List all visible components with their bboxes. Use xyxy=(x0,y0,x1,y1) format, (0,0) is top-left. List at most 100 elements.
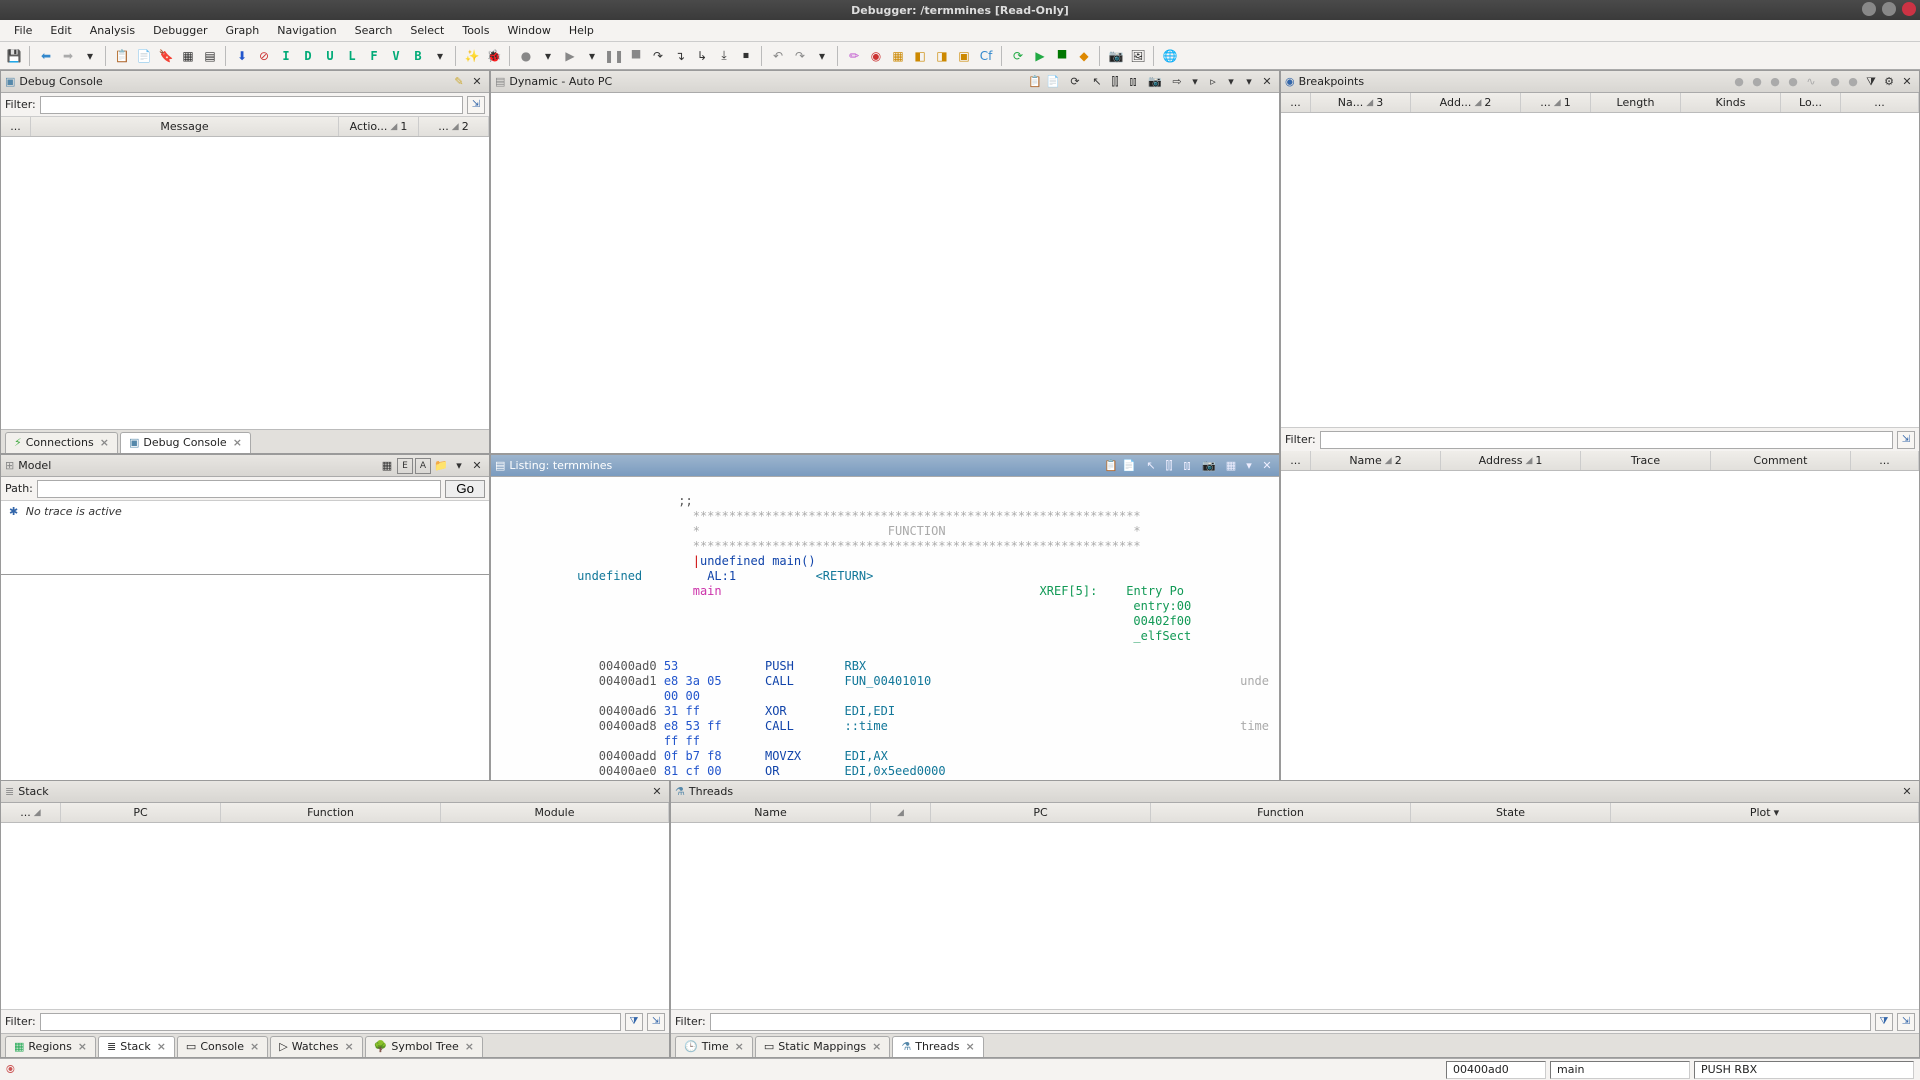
bp-col-lo[interactable]: Lo... xyxy=(1781,93,1841,112)
menu-icon[interactable]: ▾ xyxy=(1241,458,1257,474)
th-col-plot[interactable]: Plot ▾ xyxy=(1611,803,1919,822)
fields-icon[interactable]: ▦ xyxy=(1223,458,1239,474)
snapshot-icon[interactable]: 📷 xyxy=(1106,46,1126,66)
menu-help[interactable]: Help xyxy=(561,22,602,39)
menu-debugger[interactable]: Debugger xyxy=(145,22,215,39)
menu-select[interactable]: Select xyxy=(402,22,452,39)
bp-disable-icon[interactable]: ◨ xyxy=(932,46,952,66)
stack-filter-input[interactable] xyxy=(40,1013,621,1031)
window-minimize-button[interactable] xyxy=(1862,2,1876,16)
bp-col-len[interactable]: Length xyxy=(1591,93,1681,112)
bp-dot6-icon[interactable]: ● xyxy=(1845,74,1861,90)
th-col-fn[interactable]: Function xyxy=(1151,803,1411,822)
bp-dot1-icon[interactable]: ● xyxy=(1731,74,1747,90)
bp-col-e[interactable]: ... xyxy=(1841,93,1919,112)
filter-go-icon[interactable]: ⇲ xyxy=(467,96,485,114)
toggle1-icon[interactable]: ⫿⫿ xyxy=(1107,74,1123,90)
dropdown-icon[interactable]: ▾ xyxy=(1223,74,1239,90)
bp-enable-icon[interactable]: ◧ xyxy=(910,46,930,66)
play-icon[interactable]: ▹ xyxy=(1205,74,1221,90)
debug-console-filter-input[interactable] xyxy=(40,96,463,114)
stack-col-a[interactable]: ...◢ xyxy=(1,803,61,822)
close-icon[interactable]: × xyxy=(735,1040,744,1053)
tab-stack[interactable]: ≣Stack× xyxy=(98,1036,175,1057)
close-icon[interactable]: ✕ xyxy=(469,458,485,474)
th-col-pc[interactable]: PC xyxy=(931,803,1151,822)
menu-navigation[interactable]: Navigation xyxy=(269,22,344,39)
run-icon[interactable]: 🐞 xyxy=(484,46,504,66)
toggle2-icon[interactable]: ⫾⫾ xyxy=(1179,458,1195,474)
close-icon[interactable]: × xyxy=(250,1040,259,1053)
undo-icon[interactable]: ↶ xyxy=(768,46,788,66)
model-go-button[interactable]: Go xyxy=(445,480,485,498)
close-icon[interactable]: × xyxy=(233,436,242,449)
cancel-icon[interactable]: ⊘ xyxy=(254,46,274,66)
toggle2-icon[interactable]: ⫾⫾ xyxy=(1125,74,1141,90)
filter-cfg-icon[interactable]: ⧩ xyxy=(1875,1013,1893,1031)
tab-connections[interactable]: ⚡Connections× xyxy=(5,432,118,453)
th-col-state[interactable]: State xyxy=(1411,803,1611,822)
cursor-icon[interactable]: ↖ xyxy=(1089,74,1105,90)
close-icon[interactable]: × xyxy=(872,1040,881,1053)
dropdown2-icon[interactable]: ▾ xyxy=(430,46,450,66)
close-icon[interactable]: ✕ xyxy=(469,74,485,90)
letter-d-button[interactable]: D xyxy=(298,46,318,66)
tab-time[interactable]: 🕒Time× xyxy=(675,1036,753,1057)
dropdown-icon[interactable]: ▾ xyxy=(1187,74,1203,90)
close-icon[interactable]: ✕ xyxy=(1899,784,1915,800)
tab-debug-console[interactable]: ▣Debug Console× xyxy=(120,432,251,453)
filter-go-icon[interactable]: ⇲ xyxy=(1897,431,1915,449)
go-icon[interactable]: ▶ xyxy=(1030,46,1050,66)
th-col-b[interactable]: ◢ xyxy=(871,803,931,822)
redo-icon[interactable]: ↷ xyxy=(790,46,810,66)
dropdown4-icon[interactable]: ▾ xyxy=(582,46,602,66)
bp-dot2-icon[interactable]: ● xyxy=(1749,74,1765,90)
sync-icon[interactable]: ⟳ xyxy=(1008,46,1028,66)
tab-symbol-tree[interactable]: 🌳Symbol Tree× xyxy=(365,1036,483,1057)
nav-back-button[interactable]: ⬅ xyxy=(36,46,56,66)
marker-icon[interactable]: ✏ xyxy=(844,46,864,66)
breakpoints-filter-input[interactable] xyxy=(1320,431,1893,449)
close-icon[interactable]: ✕ xyxy=(1259,74,1275,90)
menu-edit[interactable]: Edit xyxy=(42,22,79,39)
bp2-col-comment[interactable]: Comment xyxy=(1711,451,1851,470)
bp2-col-trace[interactable]: Trace xyxy=(1581,451,1711,470)
bp-settings-icon[interactable]: ⚙ xyxy=(1881,74,1897,90)
copy-icon[interactable]: 📋 xyxy=(1103,458,1119,474)
bp-dot5-icon[interactable]: ● xyxy=(1827,74,1843,90)
record-icon[interactable]: ● xyxy=(516,46,536,66)
close-icon[interactable]: ✕ xyxy=(649,784,665,800)
tab-static-mappings[interactable]: ▭Static Mappings× xyxy=(755,1036,891,1057)
globe-icon[interactable]: 🌐 xyxy=(1160,46,1180,66)
tab-threads[interactable]: ⚗Threads× xyxy=(892,1036,983,1057)
dropdown3-icon[interactable]: ▾ xyxy=(538,46,558,66)
paste-icon[interactable]: 📄 xyxy=(1121,458,1137,474)
tab-watches[interactable]: ▷Watches× xyxy=(270,1036,362,1057)
list-icon[interactable]: ▤ xyxy=(200,46,220,66)
snapshot2-icon[interactable]: 🖼 xyxy=(1128,46,1148,66)
close-icon[interactable]: × xyxy=(465,1040,474,1053)
stop2-icon[interactable]: ⏹ xyxy=(736,46,756,66)
letter-b-button[interactable]: B xyxy=(408,46,428,66)
bp-dot3-icon[interactable]: ● xyxy=(1767,74,1783,90)
filter-cfg-icon[interactable]: ⧩ xyxy=(625,1013,643,1031)
dropdown5-icon[interactable]: ▾ xyxy=(812,46,832,66)
toggle1-icon[interactable]: ⫿⫿ xyxy=(1161,458,1177,474)
col-ellipsis[interactable]: ... xyxy=(1,117,31,136)
step-out-icon[interactable]: ↳ xyxy=(692,46,712,66)
bp-col-a[interactable]: ... xyxy=(1281,93,1311,112)
menu-window[interactable]: Window xyxy=(499,22,558,39)
folder-icon[interactable]: 📁 xyxy=(433,458,449,474)
col-message[interactable]: Message xyxy=(31,117,339,136)
letter-v-button[interactable]: V xyxy=(386,46,406,66)
model-path-input[interactable] xyxy=(37,480,441,498)
threads-filter-input[interactable] xyxy=(710,1013,1871,1031)
camera-icon[interactable]: 📷 xyxy=(1147,74,1163,90)
edit-icon[interactable]: ✎ xyxy=(451,74,467,90)
bp2-col-a[interactable]: ... xyxy=(1281,451,1311,470)
goto-icon[interactable]: ⇨ xyxy=(1169,74,1185,90)
letter-l-button[interactable]: L xyxy=(342,46,362,66)
dropdown-icon[interactable]: ▾ xyxy=(80,46,100,66)
close-icon[interactable]: ✕ xyxy=(1899,74,1915,90)
e-icon[interactable]: E xyxy=(397,458,413,474)
